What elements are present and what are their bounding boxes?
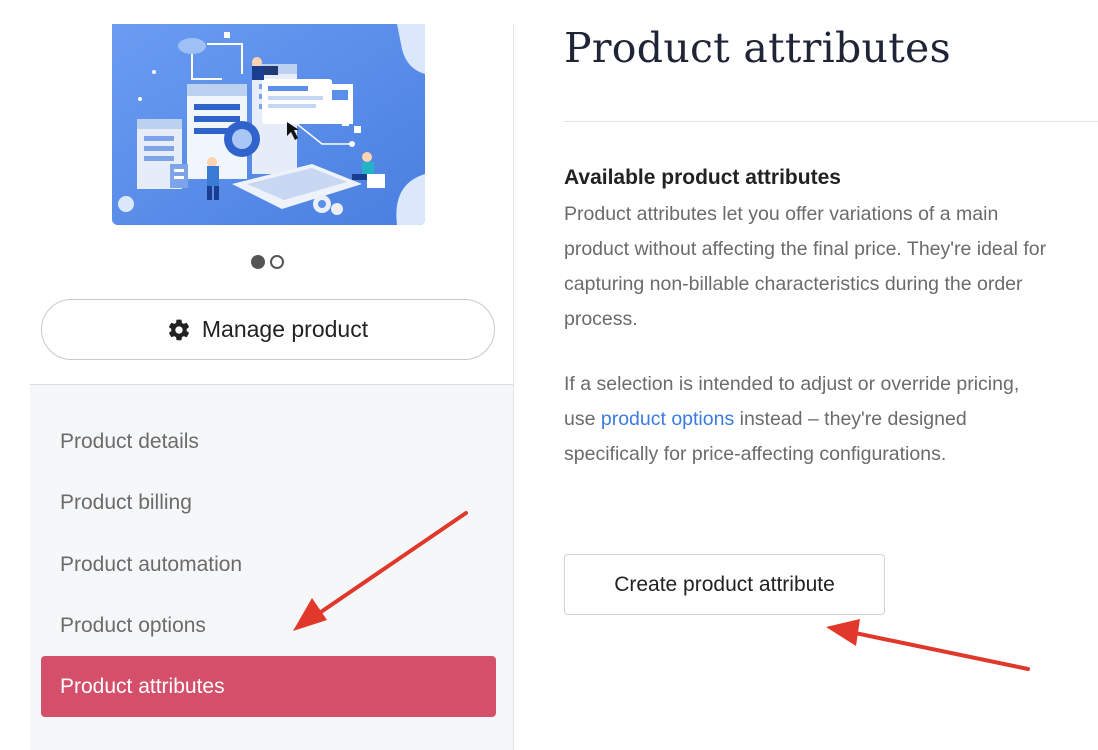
page: Manage product Product details Product b… [0,0,1098,750]
pricing-note-paragraph: If a selection is intended to adjust or … [564,367,1054,472]
create-product-attribute-button[interactable]: Create product attribute [564,554,885,615]
product-options-link[interactable]: product options [601,408,734,430]
nav-item-label: Product details [60,429,199,453]
section-heading: Available product attributes [564,166,841,189]
carousel-indicator [251,255,291,271]
page-title: Product attributes [564,24,951,72]
carousel-dot-active[interactable] [251,255,265,269]
nav-item-product-attributes[interactable]: Product attributes [41,656,496,717]
manage-product-button[interactable]: Manage product [41,299,495,360]
sidebar-product-panel: Manage product [30,24,513,385]
nav-item-label: Product attributes [60,674,225,698]
nav-item-label: Product options [60,613,206,637]
manage-product-label: Manage product [201,316,369,342]
nav-item-label: Product billing [60,490,192,514]
divider [564,121,1098,122]
product-nav: Product details Product billing Product … [30,385,513,750]
nav-item-label: Product automation [60,552,243,576]
main-content: Product attributes Available product att… [564,0,1098,750]
sidebar: Manage product Product details Product b… [30,24,514,750]
product-image [112,24,425,225]
nav-item-product-options[interactable]: Product options [41,595,496,656]
nav-item-product-automation[interactable]: Product automation [41,534,496,595]
description-paragraph: Product attributes let you offer variati… [564,203,1047,330]
nav-item-product-billing[interactable]: Product billing [41,472,496,533]
gear-icon [168,319,189,340]
carousel-dot[interactable] [270,255,284,269]
nav-item-product-details[interactable]: Product details [41,411,496,472]
